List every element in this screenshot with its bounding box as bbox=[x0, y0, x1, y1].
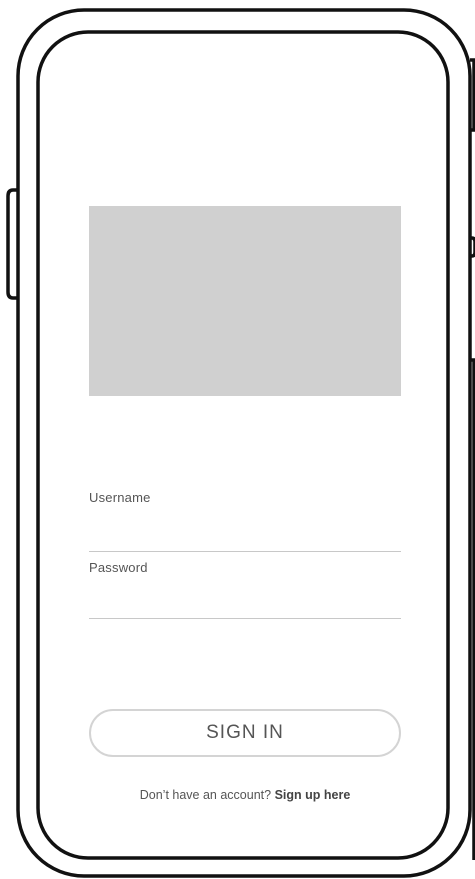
sign-in-button[interactable]: SIGN IN bbox=[89, 709, 401, 757]
signup-prompt-text: Don’t have an account? bbox=[139, 788, 275, 802]
signup-prompt: Don’t have an account? Sign up here bbox=[89, 788, 401, 802]
sign-up-link[interactable]: Sign up here bbox=[275, 788, 351, 802]
username-input[interactable] bbox=[89, 525, 401, 552]
username-label: Username bbox=[89, 490, 151, 505]
password-input[interactable] bbox=[89, 592, 401, 619]
hero-image-placeholder bbox=[89, 206, 401, 396]
password-label: Password bbox=[89, 560, 148, 575]
